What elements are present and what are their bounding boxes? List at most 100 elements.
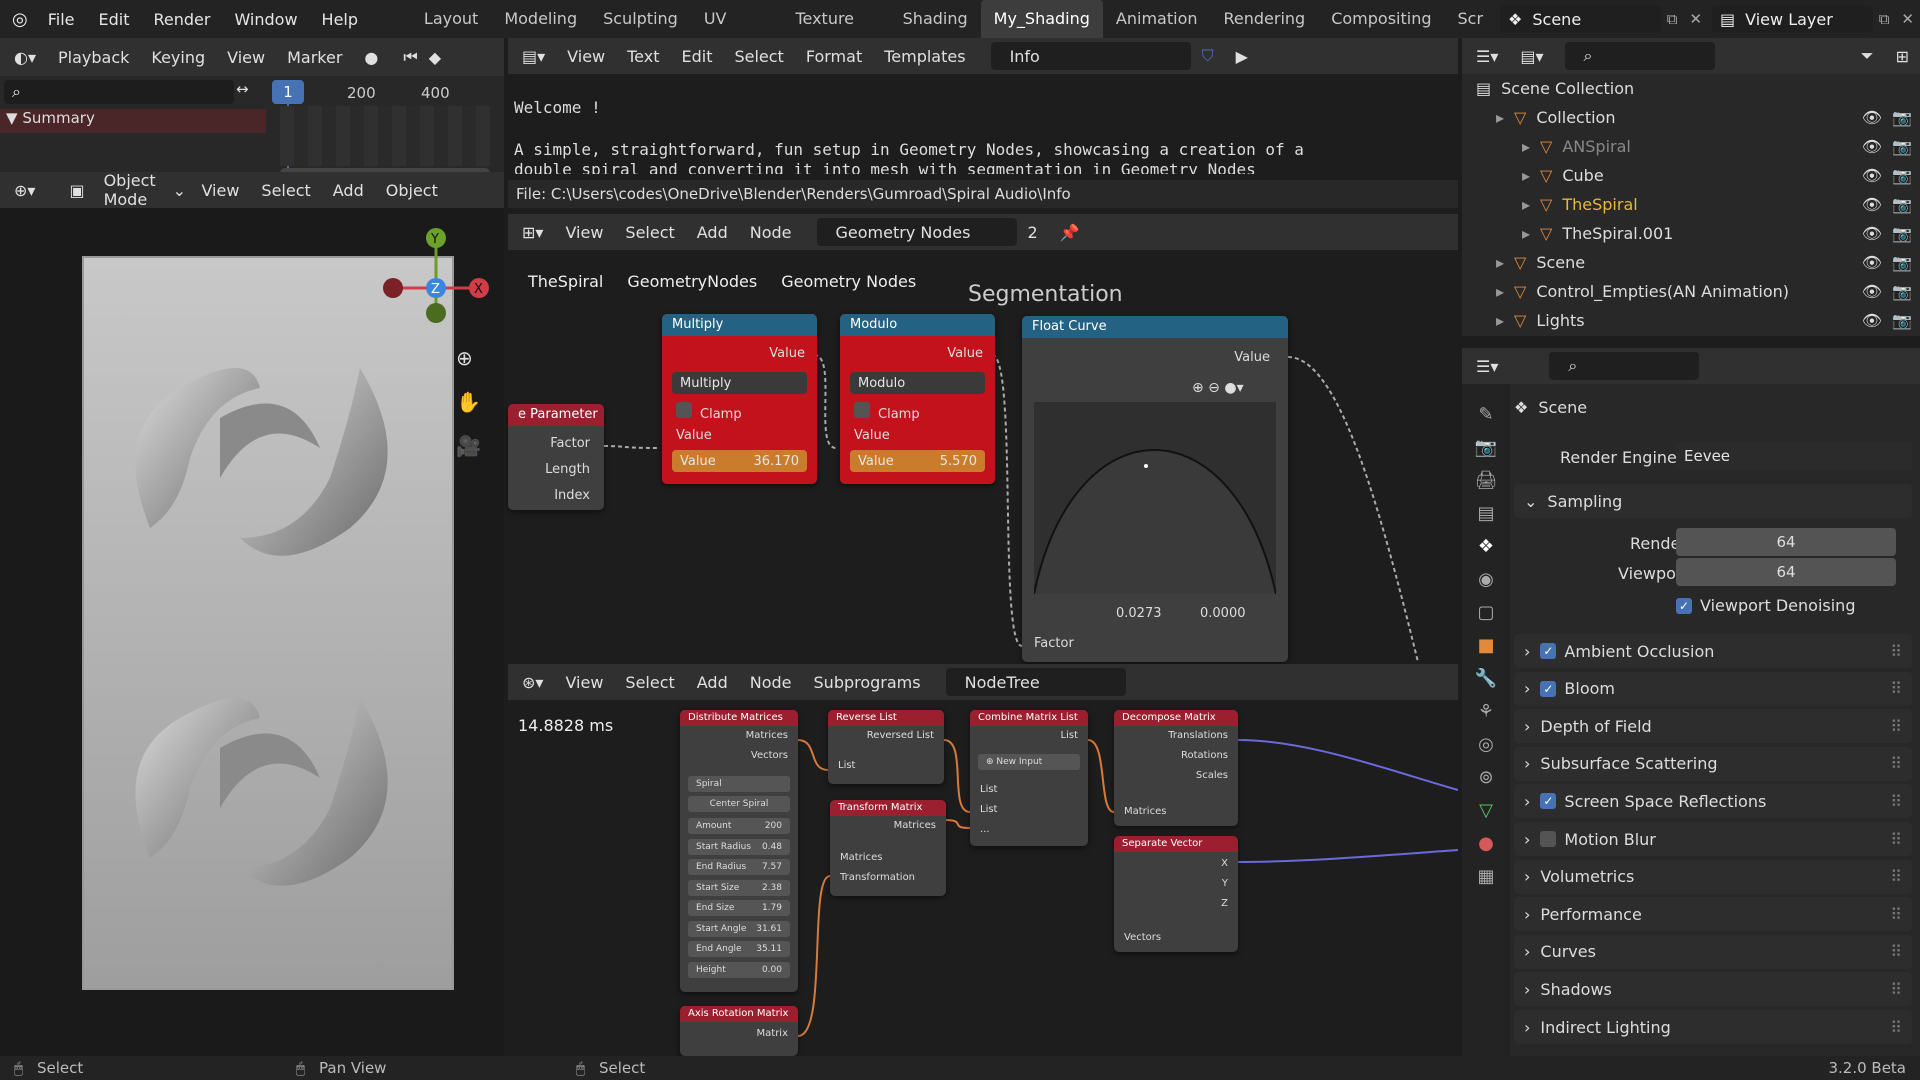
- panel-8[interactable]: › Curves ⠿: [1514, 934, 1912, 969]
- visibility-eye-icon[interactable]: 👁: [1862, 253, 1882, 272]
- outliner-item-1[interactable]: ▸ ▽ ANSpiral 👁 📷: [1522, 132, 1912, 161]
- checkbox-icon[interactable]: [676, 402, 692, 418]
- properties-search-input[interactable]: ⌕: [1549, 352, 1700, 380]
- modulo-value-field[interactable]: Value 5.570: [850, 450, 985, 472]
- separate-vector-node[interactable]: Separate Vector X Y Z Vectors: [1114, 836, 1238, 952]
- tab-modeling[interactable]: Modeling: [491, 0, 590, 38]
- run-script-icon[interactable]: ▶: [1236, 47, 1248, 66]
- menu-file[interactable]: File: [48, 10, 75, 29]
- render-tab-icon[interactable]: 📷: [1475, 437, 1497, 458]
- editor-type-an-icon[interactable]: ⊛▾: [522, 673, 543, 692]
- viewport-menu-select[interactable]: Select: [261, 181, 310, 200]
- viewport-area[interactable]: Y X Z ⊕ ✋ 🎥: [0, 208, 504, 1056]
- drag-handle-icon[interactable]: ⠿: [1890, 642, 1902, 661]
- drag-handle-icon[interactable]: ⠿: [1890, 830, 1902, 849]
- drag-handle-icon[interactable]: ⠿: [1890, 942, 1902, 961]
- tab-scripting[interactable]: Scr: [1445, 0, 1497, 38]
- drag-handle-icon[interactable]: ⠿: [1890, 867, 1902, 886]
- render-camera-icon[interactable]: 📷: [1892, 253, 1912, 272]
- scene-selector[interactable]: ❖ Scene: [1500, 5, 1661, 33]
- float-curve-node[interactable]: Float Curve Value ⊕ ⊖ ●▾ 0.0273 0.0000 F…: [1022, 316, 1288, 662]
- new-scene-icon[interactable]: ⧉: [1667, 10, 1678, 28]
- param-node[interactable]: e Parameter Factor Length Index: [508, 404, 604, 510]
- an-menu-subprograms[interactable]: Subprograms: [814, 673, 921, 692]
- drag-handle-icon[interactable]: ⠿: [1890, 754, 1902, 773]
- text-menu-select[interactable]: Select: [734, 47, 783, 66]
- navigation-gizmo[interactable]: Y X Z: [380, 216, 490, 326]
- outliner-item-7[interactable]: ▸ ▽ Lights 👁 📷: [1496, 306, 1912, 335]
- render-camera-icon[interactable]: 📷: [1892, 311, 1912, 330]
- object-tab-icon[interactable]: ■: [1477, 635, 1494, 656]
- filter-icon[interactable]: ⏷: [1861, 46, 1874, 66]
- view-layer-tab-icon[interactable]: ▤: [1477, 503, 1494, 524]
- panel-0[interactable]: › ✓ Ambient Occlusion ⠿: [1514, 634, 1912, 668]
- visibility-eye-icon[interactable]: 👁: [1862, 282, 1882, 301]
- outliner-item-0[interactable]: ▸ ▽ Collection 👁 📷: [1496, 103, 1912, 132]
- distribute-field-7[interactable]: Height 0.00: [688, 961, 790, 978]
- text-menu-templates[interactable]: Templates: [884, 47, 965, 66]
- tab-layout[interactable]: Layout: [411, 0, 491, 38]
- fake-user-shield-icon[interactable]: ⛉: [1202, 46, 1214, 66]
- zoom-icon[interactable]: ⊕: [456, 346, 473, 370]
- timeline-menu-keying[interactable]: Keying: [151, 48, 205, 67]
- outliner-item-4[interactable]: ▸ ▽ TheSpiral.001 👁 📷: [1522, 219, 1912, 248]
- geo-menu-view[interactable]: View: [565, 223, 603, 242]
- checkbox-icon[interactable]: ✓: [1540, 680, 1557, 697]
- render-camera-icon[interactable]: 📷: [1892, 108, 1912, 127]
- new-input-button[interactable]: ⊕ New Input: [978, 754, 1080, 770]
- tab-my-shading[interactable]: My_Shading: [980, 0, 1103, 38]
- menu-window[interactable]: Window: [234, 10, 297, 29]
- panel-9[interactable]: › Shadows ⠿: [1514, 972, 1912, 1007]
- an-menu-view[interactable]: View: [565, 673, 603, 692]
- pin-icon[interactable]: 📌: [1060, 223, 1080, 242]
- an-menu-select[interactable]: Select: [625, 673, 674, 692]
- keyframe-prev-icon[interactable]: ◆: [429, 48, 441, 67]
- text-menu-format[interactable]: Format: [806, 47, 862, 66]
- distribute-field-1[interactable]: Start Radius 0.48: [688, 838, 790, 855]
- distribute-field-2[interactable]: End Radius 7.57: [688, 859, 790, 875]
- new-collection-icon[interactable]: ⊞: [1896, 47, 1909, 66]
- drag-handle-icon[interactable]: ⠿: [1890, 1018, 1902, 1037]
- timeline-search-input[interactable]: ⌕: [4, 80, 234, 104]
- outliner-scene-collection[interactable]: ▤ Scene Collection: [1476, 74, 1634, 103]
- render-engine-dropdown[interactable]: Eevee: [1676, 442, 1912, 470]
- camera-view-icon[interactable]: 🎥: [456, 434, 481, 458]
- node-tree-field[interactable]: Geometry Nodes: [816, 218, 1017, 246]
- expand-arrow-icon[interactable]: ▸: [1496, 108, 1504, 127]
- expand-arrow-icon[interactable]: ▼: [6, 109, 18, 127]
- geo-menu-select[interactable]: Select: [625, 223, 674, 242]
- combine-matrix-list-node[interactable]: Combine Matrix List List ⊕ New Input Lis…: [970, 710, 1088, 846]
- float-curve-graph[interactable]: [1034, 402, 1276, 594]
- collection-tab-icon[interactable]: ▢: [1477, 602, 1494, 623]
- editor-type-clock-icon[interactable]: ◐▾: [14, 48, 36, 67]
- expand-arrow-icon[interactable]: ▸: [1522, 166, 1530, 185]
- distribute-matrices-node[interactable]: Distribute Matrices Matrices Vectors Spi…: [680, 710, 798, 992]
- drag-handle-icon[interactable]: ⠿: [1890, 980, 1902, 999]
- expand-arrow-icon[interactable]: ▸: [1496, 311, 1504, 330]
- close-scene-icon[interactable]: ✕: [1689, 10, 1702, 28]
- material-tab-icon[interactable]: ●: [1478, 833, 1494, 854]
- panel-7[interactable]: › Performance ⠿: [1514, 897, 1912, 932]
- modulo-op-dropdown[interactable]: Modulo: [850, 372, 985, 394]
- distribute-field-3[interactable]: Start Size 2.38: [688, 879, 790, 896]
- tab-texture-paint[interactable]: Texture Paint: [782, 0, 889, 66]
- scene-tab-icon[interactable]: ❖: [1478, 536, 1494, 557]
- viewport-menu-add[interactable]: Add: [333, 181, 364, 200]
- text-menu-text[interactable]: Text: [627, 47, 659, 66]
- summary-channel[interactable]: ▼ Summary: [0, 109, 266, 133]
- distribute-field-5[interactable]: Start Angle 31.61: [688, 920, 790, 937]
- output-tab-icon[interactable]: 🖨: [1475, 470, 1498, 491]
- tab-rendering[interactable]: Rendering: [1211, 0, 1319, 38]
- render-samples-field[interactable]: 64: [1676, 528, 1896, 556]
- tab-sculpting[interactable]: Sculpting: [590, 0, 691, 38]
- viewport-menu-view[interactable]: View: [201, 181, 239, 200]
- visibility-eye-icon[interactable]: 👁: [1862, 224, 1882, 243]
- visibility-eye-icon[interactable]: 👁: [1862, 137, 1882, 156]
- multiply-value-field[interactable]: Value 36.170: [672, 450, 807, 472]
- editor-type-outliner-icon[interactable]: ☰▾: [1476, 47, 1498, 66]
- decompose-matrix-node[interactable]: Decompose Matrix Translations Rotations …: [1114, 710, 1238, 826]
- viewport-menu-object[interactable]: Object: [386, 181, 438, 200]
- panel-5[interactable]: › Motion Blur ⠿: [1514, 822, 1912, 856]
- expand-arrow-icon[interactable]: ▸: [1522, 137, 1530, 156]
- editor-type-3d-icon[interactable]: ⊕▾: [14, 181, 35, 200]
